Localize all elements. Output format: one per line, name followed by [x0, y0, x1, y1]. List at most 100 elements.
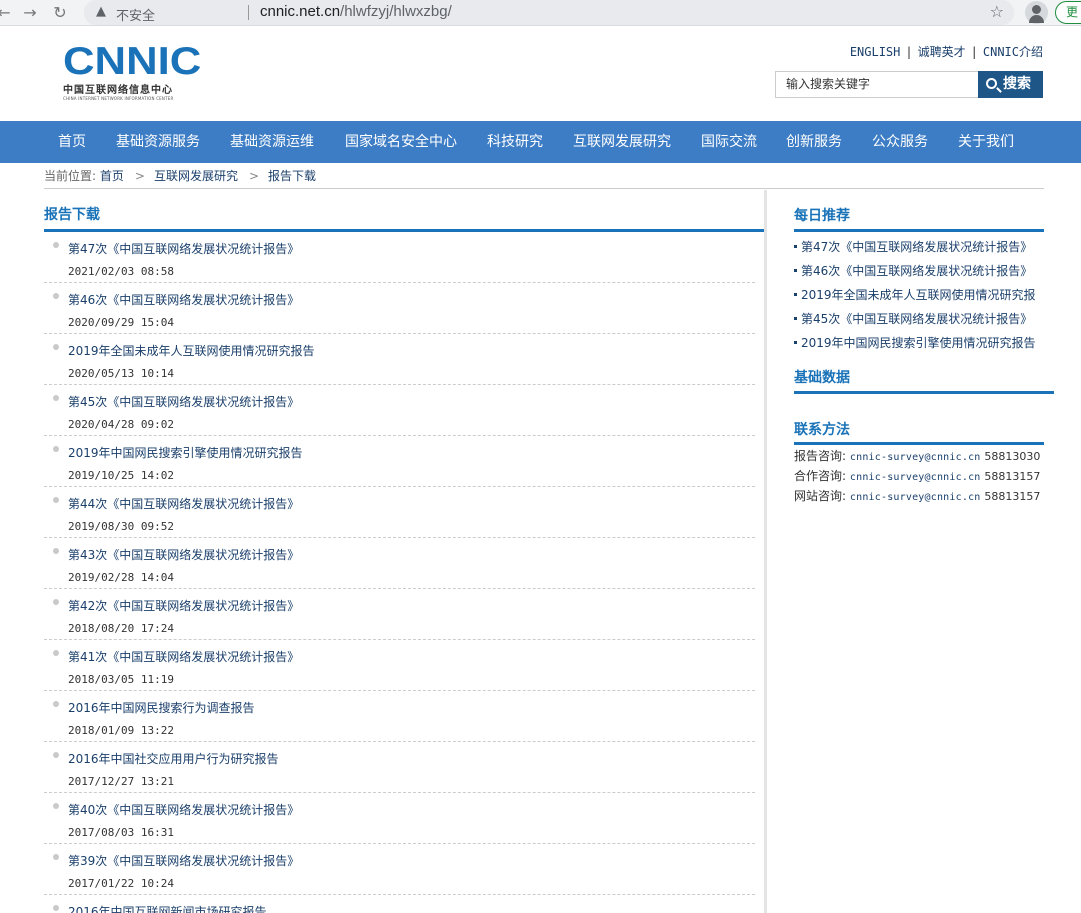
about-cnnic-link[interactable]: CNNIC介绍 [983, 45, 1043, 59]
recommend-link[interactable]: 第45次《中国互联网络发展状况统计报告》 [801, 312, 1032, 326]
report-link[interactable]: 2016年中国互联网新闻市场研究报告 [68, 903, 267, 913]
bullet-icon [53, 242, 59, 248]
url-separator [248, 5, 249, 20]
nav-item-domain-security[interactable]: 国家域名安全中心 [345, 121, 457, 163]
report-date: 2018/08/20 17:24 [68, 622, 174, 635]
search-input[interactable]: 输入搜索关键字 [775, 71, 979, 98]
nav-item-resource-ops[interactable]: 基础资源运维 [230, 121, 314, 163]
contact-phone: 58813157 [984, 490, 1041, 503]
report-link[interactable]: 第46次《中国互联网络发展状况统计报告》 [68, 291, 299, 308]
bullet-icon [53, 854, 59, 860]
url-text[interactable]: cnnic.net.cn/hlwfzyj/hlwxzbg/ [260, 3, 452, 20]
english-link[interactable]: ENGLISH [850, 45, 901, 59]
basic-data-title[interactable]: 基础数据 [794, 367, 850, 387]
forward-icon[interactable]: → [20, 3, 40, 23]
recommend-link[interactable]: 2019年全国未成年人互联网使用情况研究报 [801, 288, 1036, 302]
search-button[interactable]: 搜索 [978, 71, 1043, 98]
report-link[interactable]: 2016年中国网民搜索行为调查报告 [68, 699, 255, 716]
recommend-item[interactable]: 2019年全国未成年人互联网使用情况研究报 [794, 286, 1044, 310]
nav-item-internet-development[interactable]: 互联网发展研究 [573, 121, 671, 163]
search-icon [986, 78, 997, 89]
recommend-item[interactable]: 2019年中国网民搜索引擎使用情况研究报告 [794, 334, 1044, 358]
bullet-icon [53, 548, 59, 554]
recommend-link[interactable]: 第46次《中国互联网络发展状况统计报告》 [801, 264, 1032, 278]
report-link[interactable]: 第47次《中国互联网络发展状况统计报告》 [68, 240, 299, 257]
nav-item-home[interactable]: 首页 [58, 121, 86, 163]
search-box: 输入搜索关键字 搜索 [775, 71, 1043, 98]
nav-item-research[interactable]: 科技研究 [487, 121, 543, 163]
report-date: 2019/10/25 14:02 [68, 469, 174, 482]
report-date: 2020/04/28 09:02 [68, 418, 174, 431]
list-item: 第44次《中国互联网络发展状况统计报告》 2019/08/30 09:52 [44, 487, 755, 538]
careers-link[interactable]: 诚聘英才 [918, 45, 966, 59]
report-link[interactable]: 第41次《中国互联网络发展状况统计报告》 [68, 648, 299, 665]
bullet-icon [794, 245, 797, 248]
breadcrumb-home[interactable]: 首页 [100, 169, 124, 183]
report-date: 2021/02/03 08:58 [68, 265, 174, 278]
report-date: 2017/12/27 13:21 [68, 775, 174, 788]
back-icon[interactable]: ← [0, 3, 14, 23]
list-item: 2016年中国互联网新闻市场研究报告 [44, 895, 755, 913]
report-link[interactable]: 第43次《中国互联网络发展状况统计报告》 [68, 546, 299, 563]
breadcrumb-internet-development[interactable]: 互联网发展研究 [154, 169, 238, 183]
report-link[interactable]: 2019年全国未成年人互联网使用情况研究报告 [68, 342, 315, 359]
nav-item-about-us[interactable]: 关于我们 [958, 121, 1014, 163]
bullet-icon [53, 293, 59, 299]
bullet-icon [53, 497, 59, 503]
contact-email[interactable]: cnnic-survey@cnnic.cn [850, 472, 981, 483]
report-date: 2017/01/22 10:24 [68, 877, 174, 890]
bookmark-star-icon[interactable]: ☆ [990, 2, 1004, 21]
nav-item-public-services[interactable]: 公众服务 [872, 121, 928, 163]
list-item: 第39次《中国互联网络发展状况统计报告》 2017/01/22 10:24 [44, 844, 755, 895]
bullet-icon [53, 599, 59, 605]
contact-email[interactable]: cnnic-survey@cnnic.cn [850, 452, 981, 463]
profile-avatar-icon[interactable] [1025, 1, 1048, 24]
nav-item-international[interactable]: 国际交流 [701, 121, 757, 163]
daily-recommend-underline [794, 229, 1044, 232]
report-date: 2018/03/05 11:19 [68, 673, 174, 686]
cnnic-logo[interactable]: CNNIC 中国互联网络信息中心 CHINA INTERNET NETWORK … [63, 42, 201, 101]
reload-icon[interactable]: ↻ [50, 3, 70, 23]
bullet-icon [53, 344, 59, 350]
report-date: 2017/08/03 16:31 [68, 826, 174, 839]
warning-triangle-icon[interactable]: ▲ [96, 4, 106, 19]
list-item: 第42次《中国互联网络发展状况统计报告》 2018/08/20 17:24 [44, 589, 755, 640]
not-secure-label[interactable]: 不安全 [116, 5, 155, 24]
contact-phone: 58813157 [984, 470, 1041, 483]
nav-item-resource-services[interactable]: 基础资源服务 [116, 121, 200, 163]
report-date: 2020/05/13 10:14 [68, 367, 174, 380]
contact-label: 报告咨询: [794, 449, 847, 463]
update-button[interactable]: 更 [1055, 1, 1081, 24]
breadcrumb-arrow: > [134, 169, 145, 183]
top-links: ENGLISH | 诚聘英才 | CNNIC介绍 [850, 43, 1043, 60]
recommend-link[interactable]: 2019年中国网民搜索引擎使用情况研究报告 [801, 336, 1036, 350]
address-bar[interactable]: ▲ 不安全 cnnic.net.cn/hlwfzyj/hlwxzbg/ ☆ [84, 0, 1014, 25]
report-link[interactable]: 2016年中国社交应用用户行为研究报告 [68, 750, 279, 767]
report-link[interactable]: 第40次《中国互联网络发展状况统计报告》 [68, 801, 299, 818]
report-link[interactable]: 第44次《中国互联网络发展状况统计报告》 [68, 495, 299, 512]
nav-item-innovation[interactable]: 创新服务 [786, 121, 842, 163]
breadcrumb-prefix: 当前位置: [44, 169, 97, 183]
breadcrumb: 当前位置: 首页 > 互联网发展研究 > 报告下载 [44, 166, 1044, 189]
list-item: 2016年中国社交应用用户行为研究报告 2017/12/27 13:21 [44, 742, 755, 793]
report-date: 2019/08/30 09:52 [68, 520, 174, 533]
contact-row: 网站咨询: cnnic-survey@cnnic.cn 58813157 [794, 488, 1054, 508]
recommend-item[interactable]: 第45次《中国互联网络发展状况统计报告》 [794, 310, 1044, 334]
bullet-icon [53, 650, 59, 656]
list-item: 第41次《中国互联网络发展状况统计报告》 2018/03/05 11:19 [44, 640, 755, 691]
recommend-link[interactable]: 第47次《中国互联网络发展状况统计报告》 [801, 240, 1032, 254]
report-date: 2019/02/28 14:04 [68, 571, 174, 584]
report-link[interactable]: 第45次《中国互联网络发展状况统计报告》 [68, 393, 299, 410]
report-date: 2018/01/09 13:22 [68, 724, 174, 737]
report-link[interactable]: 2019年中国网民搜索引擎使用情况研究报告 [68, 444, 303, 461]
breadcrumb-arrow: > [248, 169, 260, 183]
basic-data-underline [794, 391, 1054, 394]
recommend-item[interactable]: 第46次《中国互联网络发展状况统计报告》 [794, 262, 1044, 286]
recommend-item[interactable]: 第47次《中国互联网络发展状况统计报告》 [794, 238, 1044, 262]
report-link[interactable]: 第39次《中国互联网络发展状况统计报告》 [68, 852, 299, 869]
breadcrumb-report-download[interactable]: 报告下载 [268, 169, 316, 183]
contact-email[interactable]: cnnic-survey@cnnic.cn [850, 492, 981, 503]
contact-row: 报告咨询: cnnic-survey@cnnic.cn 58813030 [794, 448, 1054, 468]
bullet-icon [794, 341, 797, 344]
report-link[interactable]: 第42次《中国互联网络发展状况统计报告》 [68, 597, 299, 614]
